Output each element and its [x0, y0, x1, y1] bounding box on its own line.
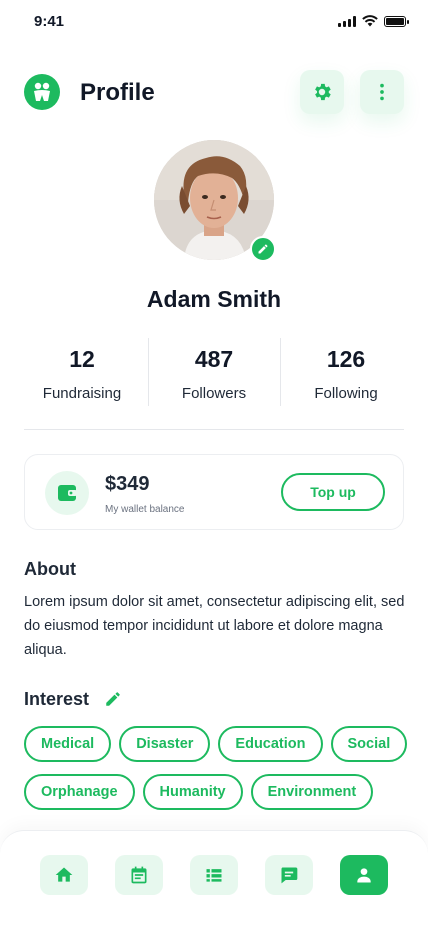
calendar-icon	[131, 866, 147, 884]
stat-followers[interactable]: 487 Followers	[148, 338, 280, 406]
wallet-icon	[45, 471, 89, 515]
stat-fundraising[interactable]: 12 Fundraising	[16, 338, 148, 406]
status-time: 9:41	[34, 13, 65, 30]
interest-chip[interactable]: Medical	[24, 726, 112, 762]
settings-button[interactable]	[300, 70, 344, 114]
header: Profile	[24, 70, 404, 118]
gear-icon	[315, 83, 331, 101]
nav-profile-button[interactable]	[340, 855, 388, 895]
interest-chip[interactable]: Social	[330, 726, 408, 762]
interest-chip[interactable]: Environment	[250, 774, 374, 810]
nav-messages-button[interactable]	[265, 855, 313, 895]
pencil-icon	[258, 244, 268, 254]
wallet-amount: $349	[105, 473, 150, 495]
user-name: Adam Smith	[146, 286, 282, 312]
stat-label: Followers	[181, 385, 247, 402]
wallet-caption: My wallet balance	[105, 504, 185, 515]
more-vertical-icon	[380, 83, 384, 101]
status-bar: 9:41	[0, 0, 428, 44]
nav-calendar-button[interactable]	[115, 855, 163, 895]
cellular-signal-icon	[338, 15, 356, 27]
top-up-button[interactable]: Top up	[281, 473, 385, 511]
interest-chip[interactable]: Disaster	[119, 726, 211, 762]
nav-home-button[interactable]	[40, 855, 88, 895]
wallet-card: $349 My wallet balance Top up	[24, 454, 404, 530]
section-divider	[24, 429, 404, 430]
home-icon	[55, 867, 73, 882]
interest-heading: Interest	[24, 689, 90, 709]
about-heading: About	[24, 559, 76, 579]
list-icon	[206, 869, 222, 882]
wifi-icon	[362, 15, 378, 27]
about-text: Lorem ipsum dolor sit amet, consectetur …	[24, 594, 405, 658]
bottom-navigation	[0, 830, 428, 926]
profile-stats: 12 Fundraising 487 Followers 126 Followi…	[16, 338, 412, 406]
app-logo-icon	[24, 74, 60, 110]
interest-chips: Medical Disaster Education Social Orphan…	[24, 726, 416, 810]
edit-avatar-button[interactable]	[250, 236, 276, 262]
stat-value: 126	[326, 346, 366, 372]
battery-icon	[384, 15, 409, 27]
stat-value: 487	[194, 346, 234, 372]
profile-icon	[357, 868, 371, 883]
avatar-container	[154, 140, 276, 262]
interest-chip[interactable]: Humanity	[142, 774, 243, 810]
message-icon	[281, 867, 298, 884]
stat-following[interactable]: 126 Following	[280, 338, 412, 406]
status-icons	[338, 15, 409, 27]
stat-value: 12	[69, 346, 95, 372]
pencil-icon[interactable]	[104, 690, 122, 708]
more-options-button[interactable]	[360, 70, 404, 114]
interest-chip[interactable]: Orphanage	[24, 774, 135, 810]
page-title: Profile	[80, 79, 155, 106]
stat-label: Fundraising	[42, 385, 122, 402]
interest-chip[interactable]: Education	[218, 726, 323, 762]
stat-label: Following	[314, 385, 378, 402]
nav-list-button[interactable]	[190, 855, 238, 895]
